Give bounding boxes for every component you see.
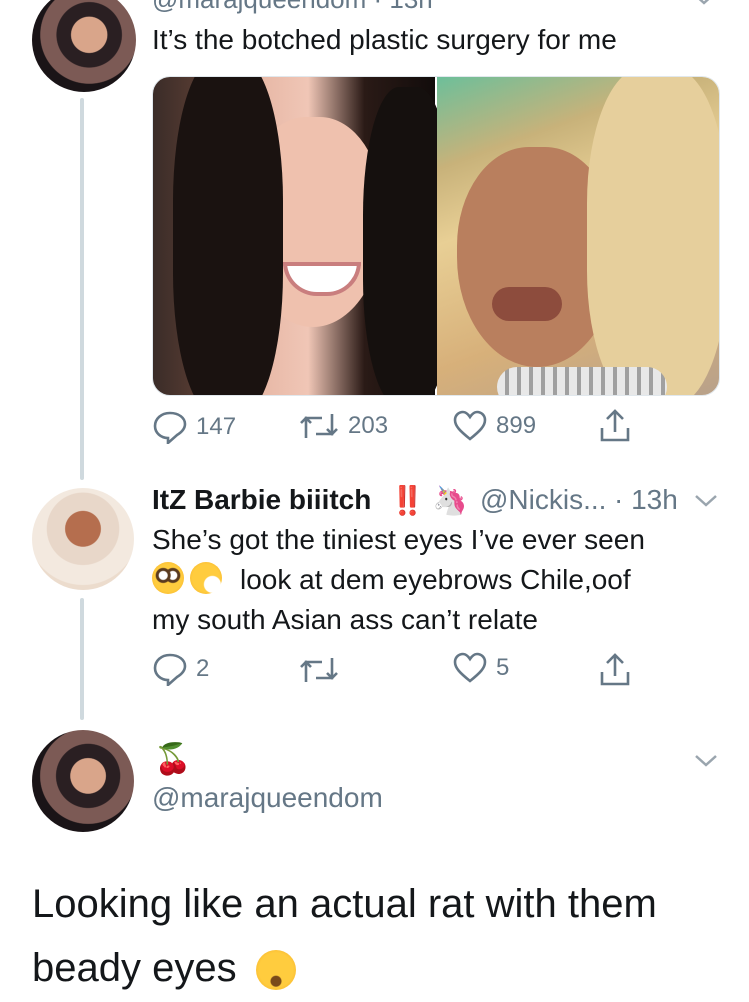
tweet1-like-button[interactable]: 899 — [452, 410, 536, 442]
tweet1-media[interactable] — [152, 76, 720, 396]
avatar-marajqueendom-main[interactable] — [32, 730, 134, 832]
like-icon — [453, 652, 487, 683]
tweet2-chevron-icon[interactable] — [694, 494, 718, 513]
tweet2-emojis — [152, 562, 222, 594]
avatar-marajqueendom[interactable] — [32, 0, 136, 92]
tweet3-chevron-icon[interactable] — [694, 754, 718, 773]
tweet1-retweet-count: 203 — [348, 412, 389, 439]
like-icon — [453, 410, 487, 441]
tweet2-display-name[interactable]: ItZ Barbie biiitch — [152, 484, 371, 516]
tweet1-header-cut: @marajqueendom · 13h — [152, 0, 433, 15]
tweet2-like-button[interactable]: 5 — [452, 652, 509, 684]
share-icon — [600, 653, 630, 686]
left-hair — [173, 77, 283, 395]
right-necklace — [497, 367, 667, 395]
avatar-itz-barbie[interactable] — [32, 488, 134, 590]
tweet2-share-button[interactable] — [598, 652, 632, 688]
tweet1-share-button[interactable] — [598, 408, 632, 444]
tweet1-photo-left[interactable] — [153, 77, 453, 395]
tweet1-text: It’s the botched plastic surgery for me — [152, 24, 617, 55]
sneeze-emoji — [190, 562, 222, 594]
tweet3-display-name[interactable]: 🍒 — [154, 742, 191, 777]
tweet3-handle[interactable]: @marajqueendom — [152, 782, 383, 814]
flushed-emoji — [152, 562, 184, 594]
share-icon — [600, 409, 630, 442]
tweet2-line3: my south Asian ass can’t relate — [152, 604, 538, 635]
tweet1-chevron-icon[interactable] — [692, 0, 716, 11]
right-hair — [587, 77, 719, 395]
tweet1-photo-right[interactable] — [437, 77, 719, 395]
tweet2-time: · 13h — [614, 484, 678, 515]
retweet-icon — [300, 658, 338, 682]
tweet2-retweet-button[interactable] — [298, 654, 340, 686]
tweet2-line1: She’s got the tiniest eyes I’ve ever see… — [152, 524, 645, 555]
tweet2-like-count: 5 — [496, 654, 510, 681]
tweet2-reply-count: 2 — [196, 655, 210, 682]
tweet1-retweet-button[interactable]: 203 — [298, 410, 388, 442]
tweet3-text-line1: Looking like an actual rat with them — [32, 882, 657, 926]
tweet1-reply-count: 147 — [196, 413, 237, 440]
retweet-icon — [300, 414, 338, 438]
tweet2-name-emoji: ‼️ 🦄 — [390, 485, 468, 516]
thread-line-1 — [80, 98, 84, 480]
tweet3-text-line2: beady eyes — [32, 946, 237, 990]
tweet1-reply-button[interactable]: 147 — [152, 410, 236, 444]
tweet2-line2: look at dem eyebrows Chile,oof — [240, 564, 631, 595]
tweet1-like-count: 899 — [496, 412, 537, 439]
persevere-emoji — [256, 950, 296, 990]
reply-icon — [153, 653, 187, 686]
thread-line-2 — [80, 598, 84, 720]
tweet2-reply-button[interactable]: 2 — [152, 652, 209, 686]
reply-icon — [153, 411, 187, 444]
tweet2-handle[interactable]: @Nickis... — [480, 484, 606, 516]
right-lips — [492, 287, 562, 321]
